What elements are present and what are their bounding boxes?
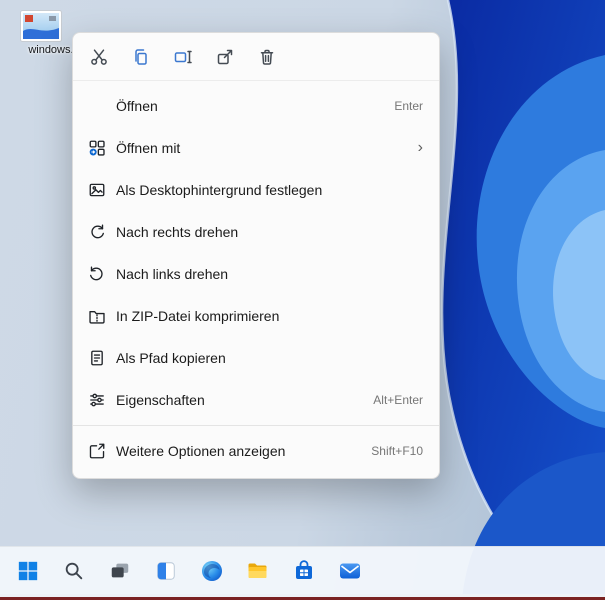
cut-button[interactable]	[81, 39, 117, 75]
open-with-icon	[87, 139, 106, 157]
menu-item-open-with[interactable]: Öffnen mit ›	[73, 127, 439, 169]
copy-button[interactable]	[123, 39, 159, 75]
menu-item-open[interactable]: Öffnen Enter	[73, 85, 439, 127]
file-explorer-button[interactable]	[238, 551, 278, 591]
rename-button[interactable]	[165, 39, 201, 75]
windows-start-icon	[17, 560, 39, 582]
copy-path-icon	[87, 349, 106, 367]
edge-button[interactable]	[192, 551, 232, 591]
desktop-screen: windows... Öffnen Enter Öffnen mit › Als…	[0, 0, 605, 600]
menu-item-shortcut: Shift+F10	[371, 444, 423, 458]
menu-item-label: Weitere Optionen anzeigen	[116, 443, 286, 459]
rotate-right-icon	[87, 223, 106, 241]
store-button[interactable]	[284, 551, 324, 591]
edge-browser-icon	[200, 559, 224, 583]
menu-item-set-as-desktop-background[interactable]: Als Desktophintergrund festlegen	[73, 169, 439, 211]
chevron-right-icon: ›	[417, 139, 423, 156]
menu-item-compress-to-zip[interactable]: In ZIP-Datei komprimieren	[73, 295, 439, 337]
search-button[interactable]	[54, 551, 94, 591]
menu-separator	[73, 425, 439, 426]
menu-item-rotate-left[interactable]: Nach links drehen	[73, 253, 439, 295]
mail-icon	[338, 559, 362, 583]
menu-item-label: Öffnen	[116, 98, 158, 114]
file-explorer-icon	[246, 559, 270, 583]
taskbar	[0, 546, 605, 594]
menu-item-shortcut: Enter	[394, 99, 423, 113]
task-view-icon	[109, 560, 131, 582]
context-menu: Öffnen Enter Öffnen mit › Als Desktophin…	[72, 32, 440, 479]
search-icon	[63, 560, 85, 582]
task-view-button[interactable]	[100, 551, 140, 591]
more-options-icon	[87, 442, 106, 460]
cut-icon	[89, 47, 109, 67]
menu-item-label: In ZIP-Datei komprimieren	[116, 308, 280, 324]
menu-item-label: Als Desktophintergrund festlegen	[116, 182, 323, 198]
menu-item-rotate-right[interactable]: Nach rechts drehen	[73, 211, 439, 253]
menu-item-label: Öffnen mit	[116, 140, 181, 156]
start-button[interactable]	[8, 551, 48, 591]
rename-icon	[173, 47, 193, 67]
widgets-button[interactable]	[146, 551, 186, 591]
menu-item-shortcut: Alt+Enter	[373, 393, 423, 407]
menu-item-copy-as-path[interactable]: Als Pfad kopieren	[73, 337, 439, 379]
microsoft-store-icon	[292, 559, 316, 583]
menu-item-label: Nach rechts drehen	[116, 224, 239, 240]
menu-item-label: Nach links drehen	[116, 266, 229, 282]
properties-icon	[87, 391, 106, 409]
menu-item-show-more-options[interactable]: Weitere Optionen anzeigen Shift+F10	[73, 430, 439, 472]
delete-button[interactable]	[249, 39, 285, 75]
menu-item-label: Eigenschaften	[116, 392, 205, 408]
menu-item-properties[interactable]: Eigenschaften Alt+Enter	[73, 379, 439, 421]
widgets-icon	[155, 560, 177, 582]
share-button[interactable]	[207, 39, 243, 75]
menu-item-label: Als Pfad kopieren	[116, 350, 226, 366]
copy-icon	[131, 47, 151, 67]
rotate-left-icon	[87, 265, 106, 283]
set-wallpaper-icon	[87, 181, 106, 199]
mail-button[interactable]	[330, 551, 370, 591]
zip-compress-icon	[87, 307, 106, 325]
context-menu-items: Öffnen Enter Öffnen mit › Als Desktophin…	[73, 81, 439, 472]
context-menu-quick-actions	[73, 33, 439, 81]
share-icon	[215, 47, 235, 67]
delete-icon	[257, 47, 277, 67]
